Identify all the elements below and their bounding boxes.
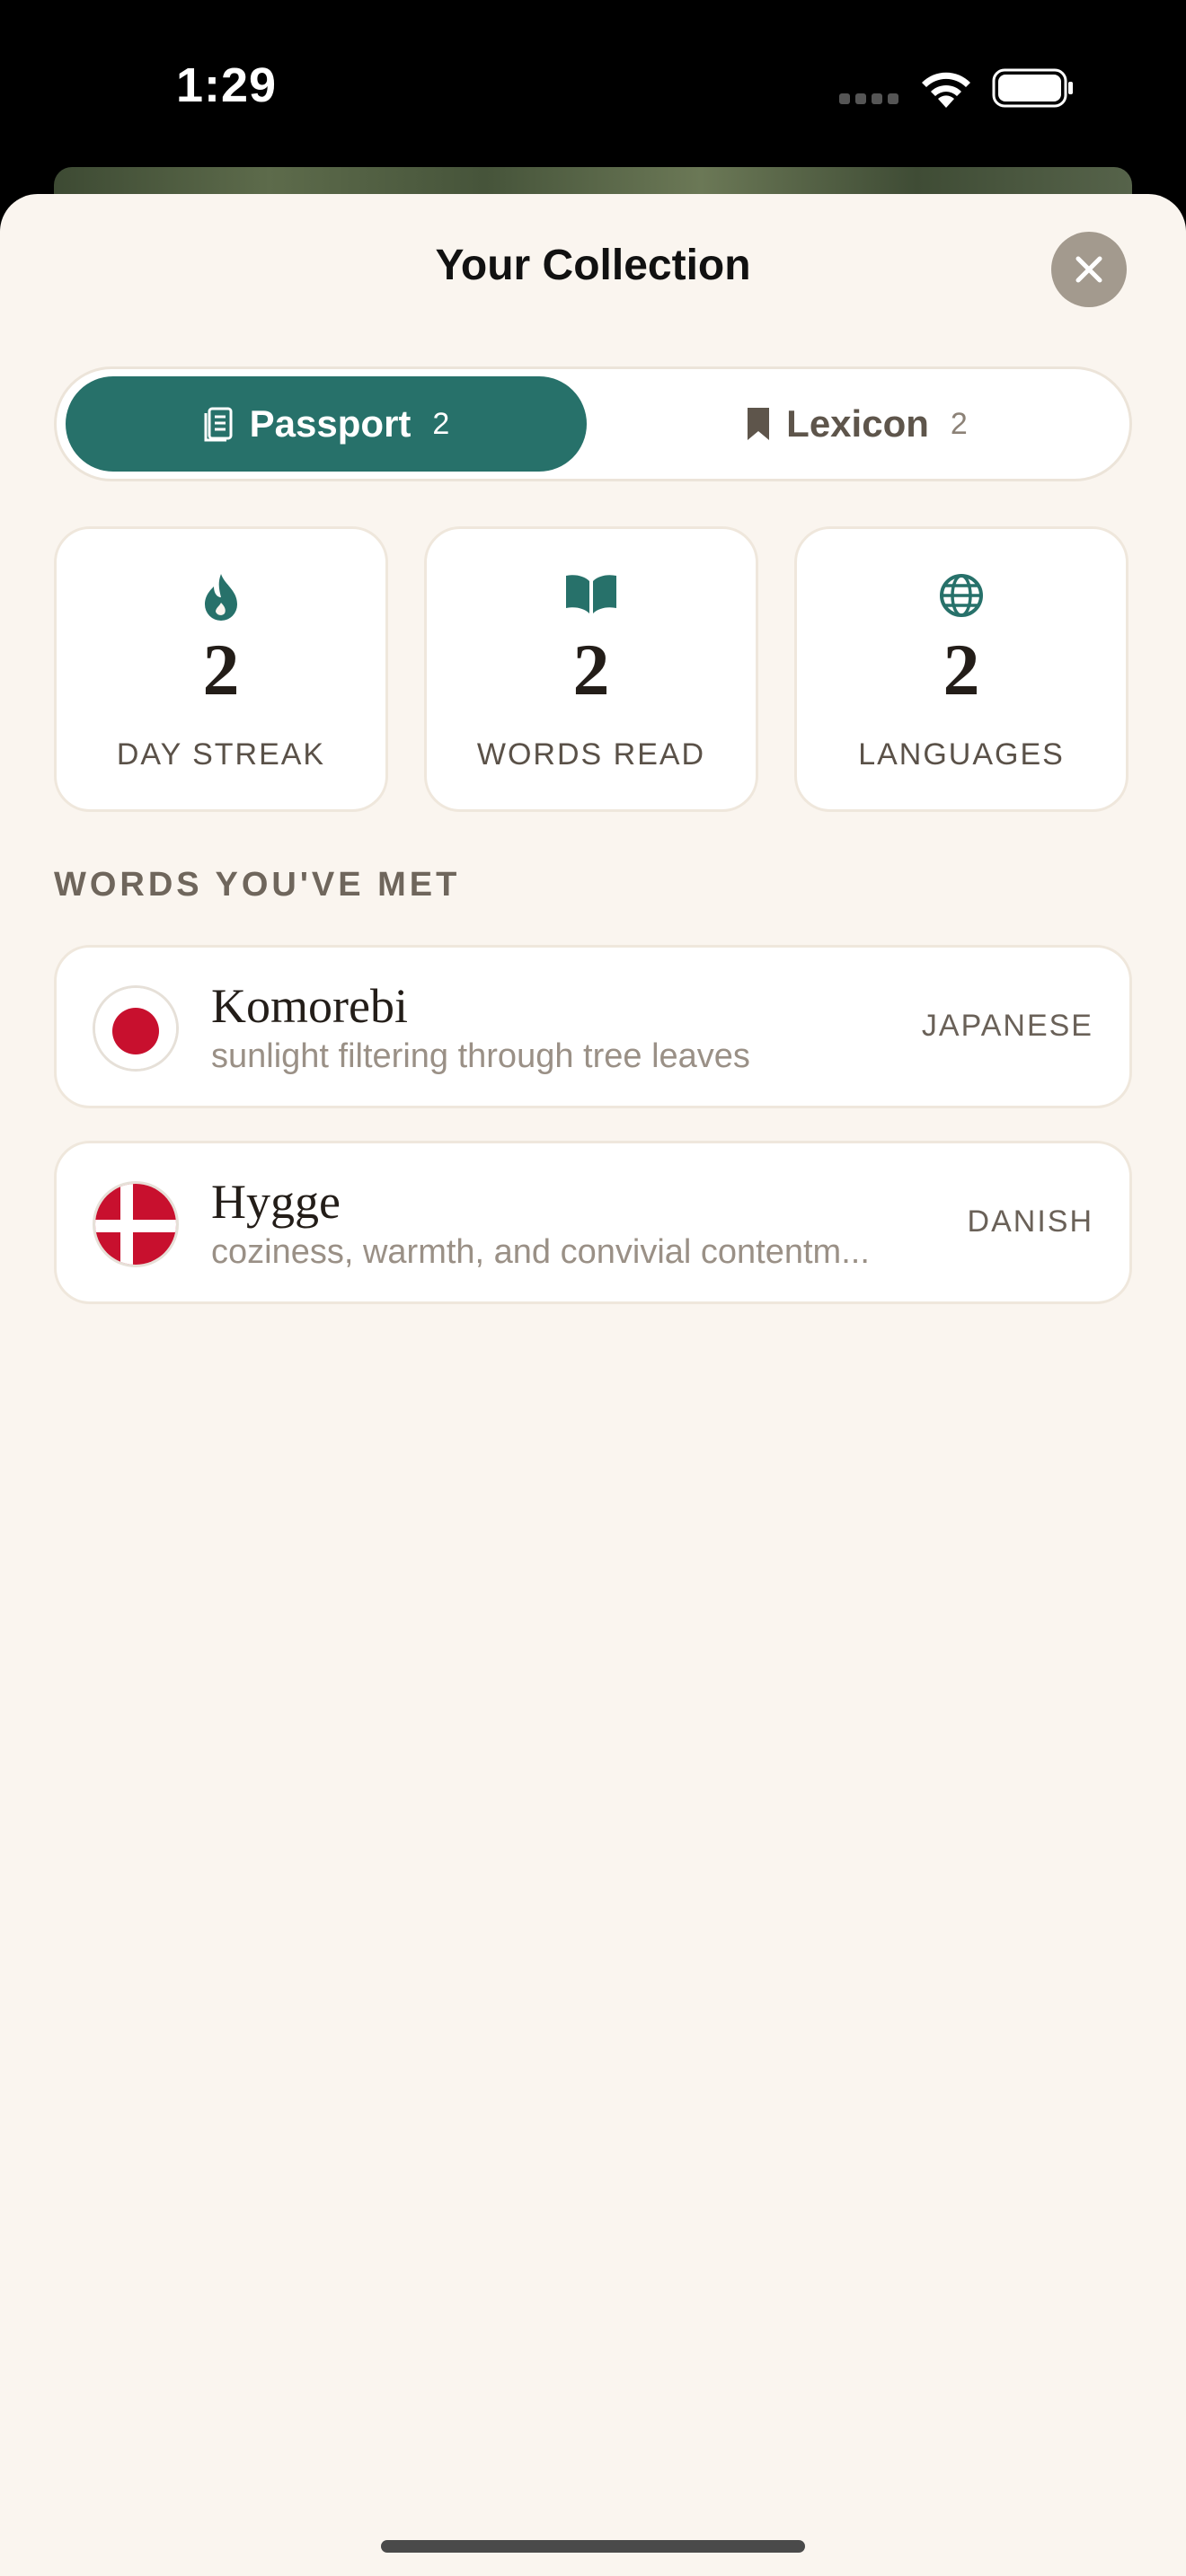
- languages-value: 2: [943, 629, 980, 710]
- tab-passport[interactable]: Passport 2: [66, 376, 587, 472]
- day-streak-value: 2: [202, 629, 240, 710]
- globe-icon: [940, 574, 983, 617]
- status-time: 1:29: [176, 58, 278, 112]
- close-icon: [1075, 256, 1102, 283]
- collection-sheet: Your Collection Passport 2 Lexicon 2 2 D…: [0, 194, 1186, 2576]
- battery-icon: [992, 68, 1073, 108]
- word-row-hygge[interactable]: Hygge coziness, warmth, and convivial co…: [54, 1141, 1132, 1304]
- tab-passport-count: 2: [432, 406, 450, 441]
- word-title: Komorebi: [211, 979, 408, 1033]
- word-definition: sunlight filtering through tree leaves: [211, 1037, 750, 1075]
- close-button[interactable]: [1051, 232, 1127, 307]
- tab-passport-label: Passport: [249, 402, 412, 445]
- word-row-komorebi[interactable]: Komorebi sunlight filtering through tree…: [54, 945, 1132, 1108]
- stat-card-words-read: 2 WORDS READ: [424, 526, 758, 812]
- open-book-icon: [566, 575, 616, 613]
- word-definition: coziness, warmth, and convivial contentm…: [211, 1233, 870, 1271]
- collection-tabs: Passport 2 Lexicon 2: [54, 366, 1132, 481]
- flame-icon: [205, 574, 237, 621]
- word-title: Hygge: [211, 1175, 341, 1229]
- words-read-value: 2: [572, 629, 610, 710]
- languages-label: LANGUAGES: [858, 737, 1065, 772]
- tab-lexicon-label: Lexicon: [786, 402, 929, 445]
- wifi-icon: [922, 72, 970, 108]
- stat-card-languages: 2 LANGUAGES: [794, 526, 1128, 812]
- bookmark-icon: [748, 408, 770, 440]
- tab-lexicon[interactable]: Lexicon 2: [587, 376, 1126, 472]
- stat-card-day-streak: 2 DAY STREAK: [54, 526, 388, 812]
- passport-icon: [204, 407, 233, 442]
- day-streak-label: DAY STREAK: [116, 737, 326, 772]
- word-language: JAPANESE: [921, 1009, 1093, 1043]
- words-read-label: WORDS READ: [476, 737, 706, 772]
- status-bar: 1:29: [0, 0, 1186, 171]
- japan-flag-icon: [93, 985, 179, 1072]
- denmark-flag-icon: [93, 1181, 179, 1267]
- section-header: WORDS YOU'VE MET: [54, 866, 461, 904]
- word-language: DANISH: [967, 1204, 1093, 1239]
- tab-lexicon-count: 2: [950, 406, 968, 441]
- home-indicator[interactable]: [381, 2540, 805, 2553]
- screen: 1:29 Your Collection Passport 2 Lexicon …: [0, 0, 1186, 2576]
- sheet-title: Your Collection: [435, 242, 751, 289]
- cellular-signal-icon: [839, 93, 898, 104]
